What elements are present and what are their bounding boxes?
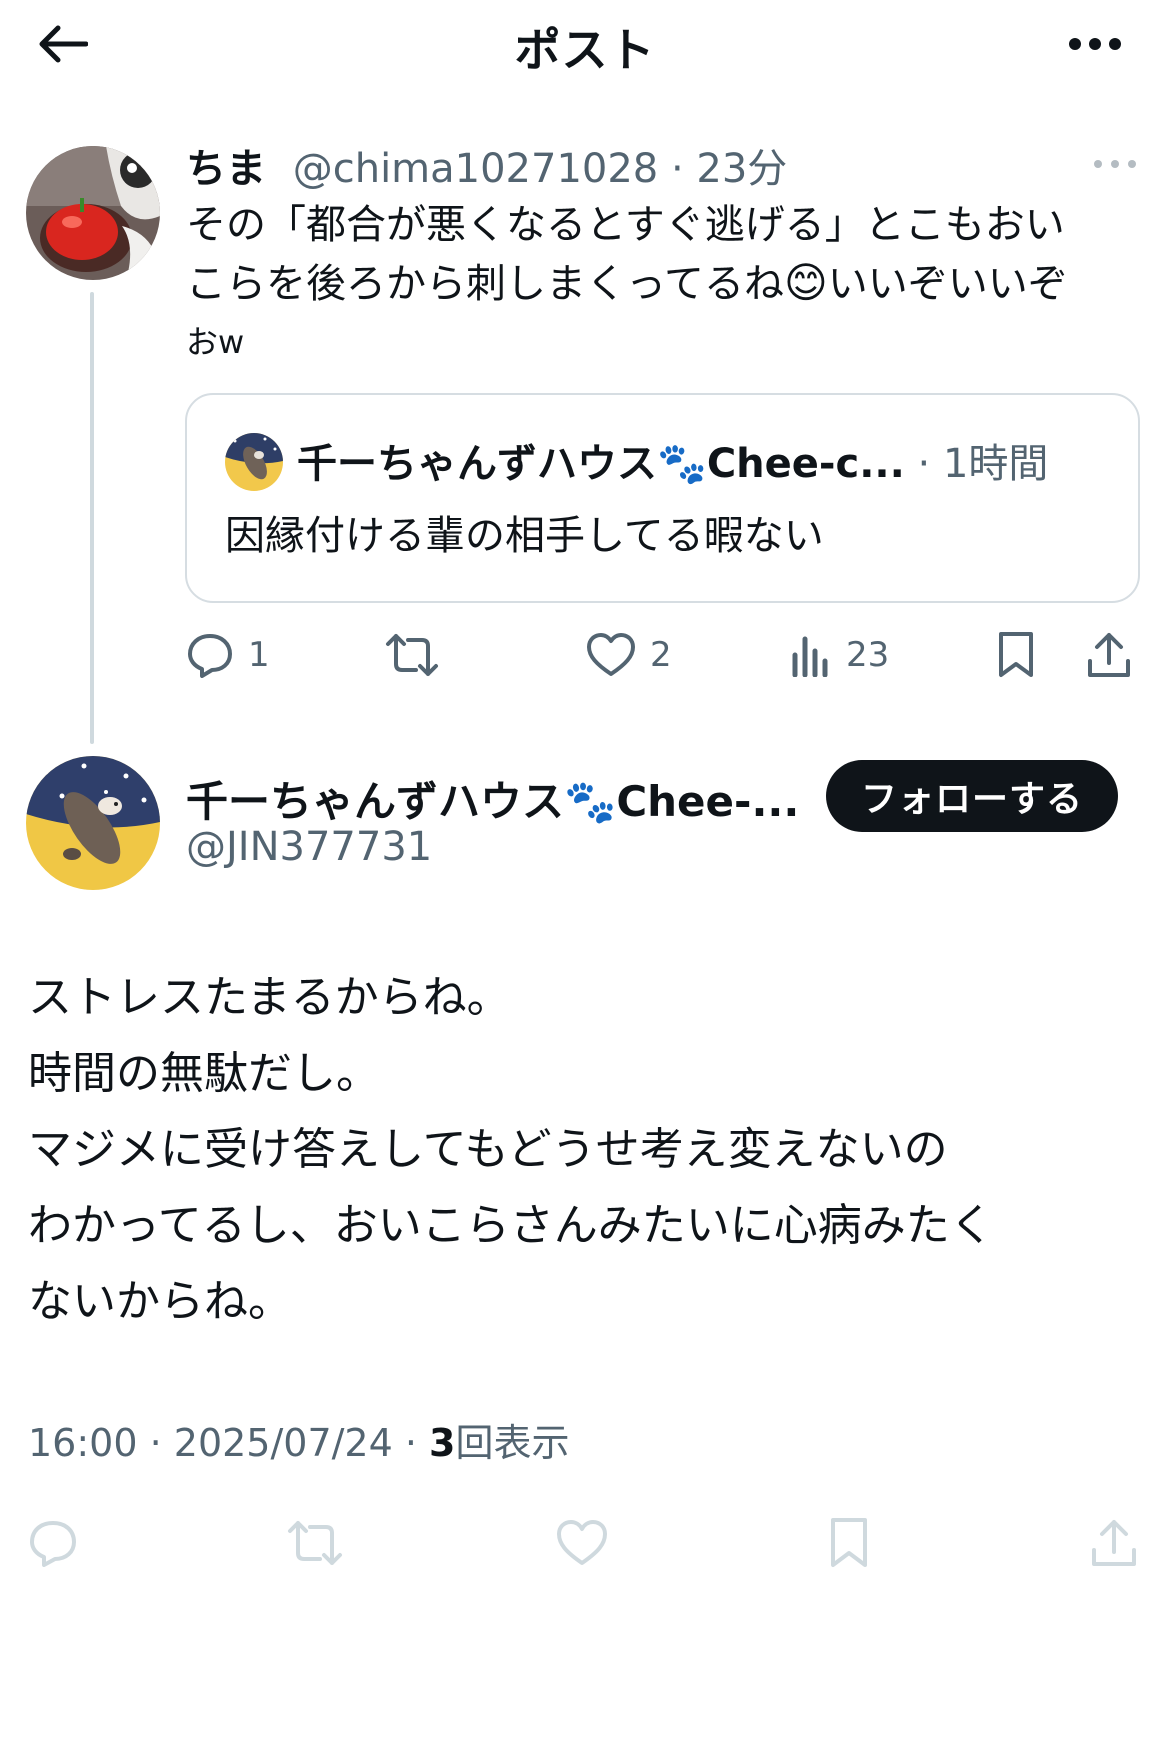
reply-button[interactable]: [28, 1508, 78, 1578]
like-button[interactable]: 2: [586, 620, 672, 690]
bookmark-button[interactable]: [996, 620, 1036, 690]
reply-icon: [30, 1521, 76, 1567]
more-options-button[interactable]: [1060, 24, 1130, 64]
text-line: おw: [186, 323, 245, 361]
display-name: 千ーちゃんずハウス: [297, 441, 657, 487]
avatar: [225, 433, 283, 491]
paw-emoji: 🐾: [657, 441, 707, 487]
username[interactable]: @chima10271028: [293, 146, 659, 192]
reply-button[interactable]: 1: [186, 620, 270, 690]
main-avatar-image: [26, 756, 160, 890]
smile-emoji: 😊: [784, 258, 828, 307]
share-icon: [1092, 1520, 1136, 1566]
separator: ·: [392, 1421, 430, 1465]
post-page: ポスト ちま @chima10271028 · 23分 その「都合が悪くなるとす…: [0, 0, 1170, 1745]
display-name[interactable]: ちま: [186, 146, 266, 192]
like-icon: [587, 633, 635, 676]
text-line: 時間の無駄だし。: [28, 1048, 380, 1099]
quote-avatar-image: [225, 433, 283, 491]
display-name-text: 千ーちゃんずハウス: [186, 777, 565, 826]
bookmark-button[interactable]: [828, 1508, 870, 1578]
bookmark-icon: [831, 1518, 867, 1567]
username[interactable]: @JIN377731: [186, 824, 432, 870]
retweet-button[interactable]: [286, 1508, 344, 1578]
retweet-icon: [386, 634, 438, 676]
tweet-actions: 1 2 23: [0, 620, 1170, 690]
text-segment: いいぞいいぞ: [827, 261, 1068, 307]
reply-count: 1: [248, 635, 270, 675]
timestamp: 1時間: [942, 441, 1049, 487]
main-tweet-actions: [0, 1508, 1170, 1578]
like-icon: [557, 1520, 607, 1565]
parent-tweet-text: その「都合が悪くなるとすぐ逃げる」とこもおい こらを後ろから刺しまくってるね😊い…: [186, 196, 1146, 371]
share-button[interactable]: [1086, 620, 1132, 690]
page-title: ポスト: [514, 23, 656, 77]
text-line: ストレスたまるからね。: [28, 972, 511, 1023]
view-count: 3: [429, 1421, 456, 1465]
separator: ·: [904, 441, 943, 487]
quoted-tweet-card[interactable]: 千ーちゃんずハウス🐾Chee-c... · 1時間 因縁付ける輩の相手してる暇な…: [185, 393, 1140, 603]
avatar[interactable]: [26, 146, 160, 280]
display-name-tail: Chee-...: [616, 777, 800, 826]
display-name[interactable]: 千ーちゃんずハウス🐾Chee-...: [186, 768, 799, 829]
text-line: ないからね。: [28, 1276, 292, 1327]
views-icon: [792, 636, 828, 677]
text-line: マジメに受け答えしてもどうせ考え変えないの: [28, 1124, 948, 1175]
post-time[interactable]: 16:00: [28, 1421, 138, 1465]
text-segment: こらを後ろから刺しまくってるね: [186, 261, 784, 307]
paw-emoji: 🐾: [564, 777, 617, 826]
view-count: 23: [846, 635, 890, 675]
text-line: その「都合が悪くなるとすぐ逃げる」とこもおい: [186, 202, 1065, 248]
share-icon: [1088, 633, 1130, 677]
parent-tweet-header: ちま @chima10271028 · 23分: [186, 136, 787, 194]
post-date[interactable]: 2025/07/24: [174, 1421, 393, 1465]
text-line: こらを後ろから刺しまくってるね😊いいぞいいぞ: [186, 254, 1146, 313]
avatar[interactable]: [26, 756, 160, 890]
quote-header: 千ーちゃんずハウス🐾Chee-c... · 1時間: [297, 431, 1048, 489]
retweet-button[interactable]: [384, 620, 440, 690]
top-bar: ポスト: [0, 0, 1170, 90]
separator: ·: [658, 146, 697, 192]
parent-avatar-image: [26, 146, 160, 280]
separator: ·: [137, 1421, 174, 1465]
display-name-tail: Chee-c...: [706, 441, 905, 487]
main-tweet-text: ストレスたまるからね。 時間の無駄だし。 マジメに受け答えしてもどうせ考え変えな…: [28, 960, 1128, 1340]
quote-text: 因縁付ける輩の相手してる暇ない: [225, 513, 824, 559]
text-line: わかってるし、おいこらさんみたいに心病みたく: [28, 1200, 994, 1251]
more-icon: [1094, 160, 1136, 168]
reply-icon: [188, 634, 232, 678]
follow-button[interactable]: フォローする: [826, 760, 1118, 832]
like-count: 2: [650, 635, 672, 675]
like-button[interactable]: [556, 1508, 608, 1578]
timestamp[interactable]: 23分: [696, 146, 787, 192]
retweet-icon: [288, 1521, 342, 1565]
views-button[interactable]: 23: [790, 620, 889, 690]
share-button[interactable]: [1090, 1508, 1138, 1578]
tweet-more-button[interactable]: [1090, 152, 1140, 176]
tweet-metadata: 16:00 · 2025/07/24 · 3回表示: [28, 1412, 570, 1467]
more-icon: [1069, 38, 1121, 50]
view-label: 回表示: [455, 1421, 570, 1465]
bookmark-icon: [999, 632, 1033, 677]
